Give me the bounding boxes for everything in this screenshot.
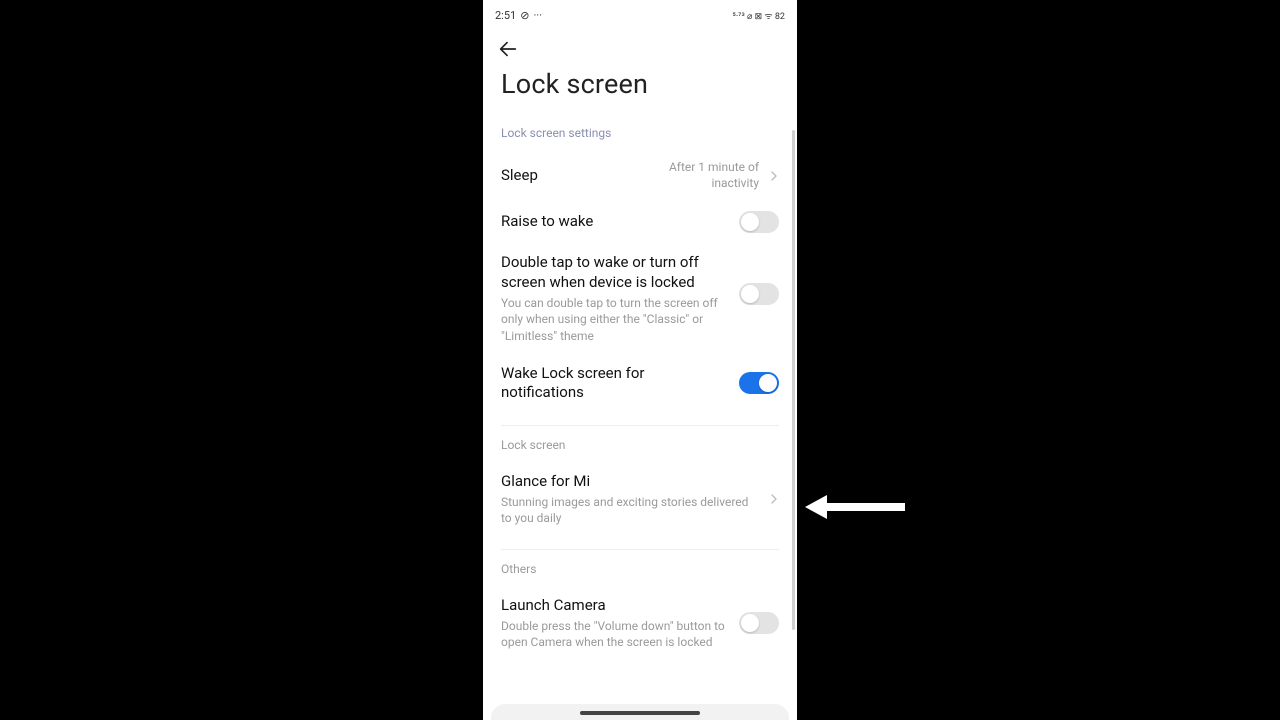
row-glance-for-mi[interactable]: Glance for Mi Stunning images and exciti… [501,462,779,537]
status-bar: 2:51 ⊘ ··· ⁵·⁷³ ⌀ ⊠ ᯤ 82 [483,0,797,30]
row-sleep[interactable]: Sleep After 1 minute of inactivity [501,150,779,201]
home-indicator[interactable] [580,711,700,715]
status-right-cluster: ⁵·⁷³ ⌀ ⊠ ᯤ 82 [733,9,785,22]
settings-list: Lock screen settings Sleep After 1 minut… [483,120,797,720]
annotation-arrow [805,492,905,522]
more-icon: ··· [533,9,542,22]
divider [501,549,779,550]
toggle-wake-notifications[interactable] [739,372,779,394]
row-label: Raise to wake [501,212,729,232]
row-raise-to-wake[interactable]: Raise to wake [501,201,779,243]
toggle-raise-to-wake[interactable] [739,211,779,233]
row-label: Wake Lock screen for notifications [501,364,729,403]
page-title: Lock screen [483,60,797,116]
section-header-others: Others [501,556,779,586]
row-label: Double tap to wake or turn off screen wh… [501,253,729,292]
row-sublabel: Double press the "Volume down" button to… [501,618,729,650]
phone-frame: 2:51 ⊘ ··· ⁵·⁷³ ⌀ ⊠ ᯤ 82 Lock screen Loc… [483,0,797,720]
chevron-right-icon [769,494,779,504]
section-header-lockscreen: Lock screen [501,432,779,462]
row-value: After 1 minute of inactivity [639,160,759,191]
scrollbar[interactable] [792,130,795,630]
toggle-launch-camera[interactable] [739,612,779,634]
row-double-tap[interactable]: Double tap to wake or turn off screen wh… [501,243,779,354]
row-label: Sleep [501,166,629,186]
toggle-double-tap[interactable] [739,283,779,305]
chevron-right-icon [769,171,779,181]
row-label: Glance for Mi [501,472,759,492]
divider [501,425,779,426]
row-sublabel: You can double tap to turn the screen of… [501,295,729,344]
row-label: Launch Camera [501,596,729,616]
back-icon[interactable] [497,38,519,60]
status-time: 2:51 [495,9,516,22]
section-header-lockscreen-settings: Lock screen settings [501,120,779,150]
row-sublabel: Stunning images and exciting stories del… [501,494,759,526]
row-wake-for-notifications[interactable]: Wake Lock screen for notifications [501,354,779,413]
dnd-icon: ⊘ [520,9,529,22]
row-launch-camera[interactable]: Launch Camera Double press the "Volume d… [501,586,779,661]
